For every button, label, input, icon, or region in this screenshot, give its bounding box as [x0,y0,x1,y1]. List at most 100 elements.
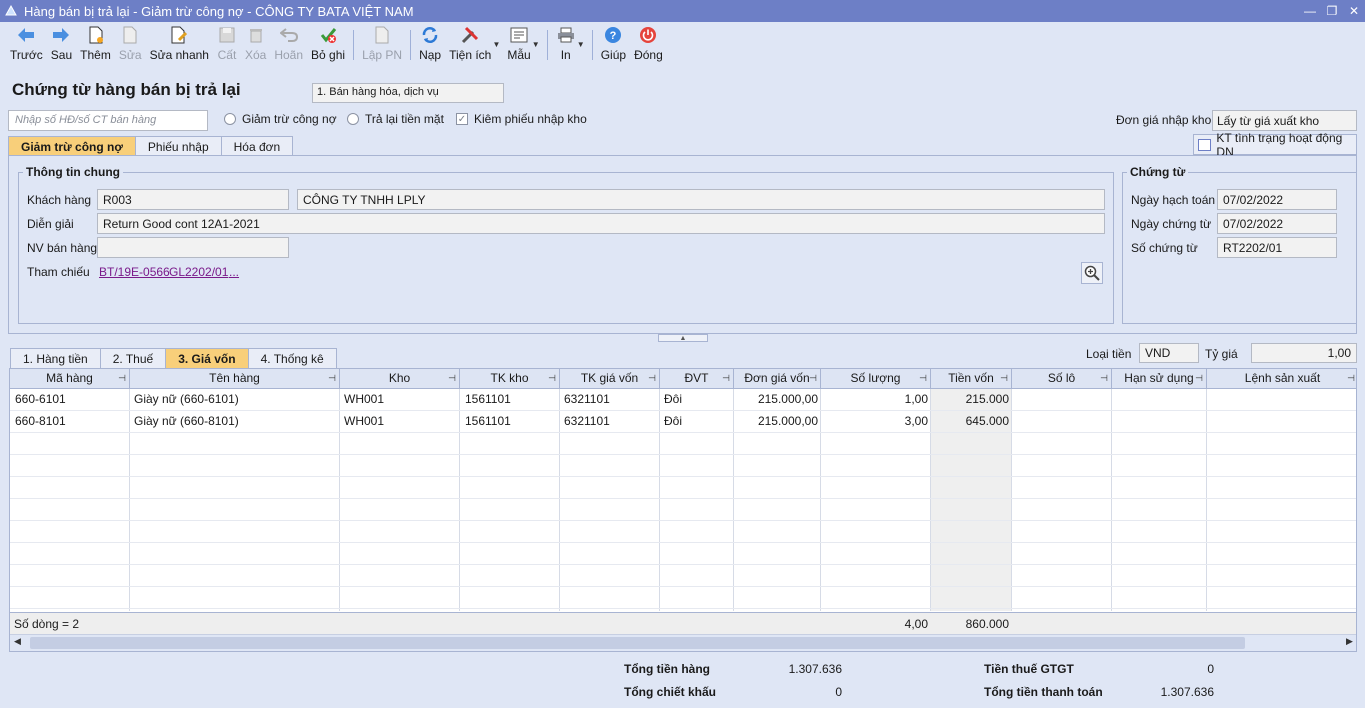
quick-edit-button[interactable]: Sửa nhanh [146,22,213,68]
don-gia-select[interactable]: Lấy từ giá xuất kho [1212,110,1357,131]
khach-hang-name-field[interactable]: CÔNG TY TNHH LPLY [297,189,1105,210]
col-header-han-su-dung[interactable]: Hạn sử dụng ⊣ [1112,369,1207,389]
invoice-search-input[interactable]: Nhập số HĐ/số CT bán hàng [8,110,208,131]
table-cell[interactable]: 660-8101 [15,414,66,428]
col-header-tien-von[interactable]: Tiền vốn ⊣ [931,369,1012,389]
chevron-down-icon[interactable]: ▼ [492,40,500,49]
save-icon [217,25,237,45]
nv-ban-hang-field[interactable] [97,237,289,258]
table-cell[interactable]: 660-6101 [15,392,66,406]
col-header-so-luong[interactable]: Số lượng ⊣ [821,369,931,389]
help-button[interactable]: ? Giúp [597,22,630,68]
template-button[interactable]: Mẫu ▼ [503,22,540,68]
grid-vline [459,389,460,611]
prev-button[interactable]: Trước [6,22,47,68]
check-kiem-phieu[interactable]: ✓ Kiêm phiếu nhập kho [456,112,587,126]
option-tra-lai[interactable]: Trả lại tiền mặt [347,112,444,126]
chevron-down-icon[interactable]: ▼ [577,40,585,49]
col-header-kho[interactable]: Kho ⊣ [340,369,460,389]
zoom-in-icon [1084,265,1100,281]
ref-link-1[interactable]: BT/19E-0566 [99,265,170,279]
voucher-legend: Chứng từ [1127,165,1189,179]
tab-thong-ke[interactable]: 4. Thống kê [247,348,337,368]
table-cell[interactable]: Giày nữ (660-6101) [134,392,239,406]
ref-link-2[interactable]: GL2202/01 [169,265,228,279]
print-button[interactable]: In ▼ [552,22,585,68]
kt-status-button[interactable]: KT tình trạng hoạt động DN [1193,131,1357,159]
new-document-icon [86,25,106,45]
grid-vline [659,389,660,611]
save-button[interactable]: Cất [213,22,241,68]
table-cell[interactable]: Đôi [664,414,682,428]
col-header-ten-hang[interactable]: Tên hàng ⊣ [130,369,340,389]
table-cell[interactable]: 215.000,00 [734,392,818,406]
chevron-down-icon[interactable]: ▼ [532,40,540,49]
table-cell[interactable]: 215.000,00 [734,414,818,428]
grid-hline [10,542,1356,543]
zoom-button[interactable] [1081,262,1103,284]
scrollbar-thumb[interactable] [30,637,1245,649]
ngay-chung-tu-field[interactable]: 07/02/2022 [1217,213,1337,234]
scroll-right-icon[interactable]: ▶ [1346,636,1353,647]
table-cell[interactable]: 6321101 [564,414,610,428]
tab-hang-tien[interactable]: 1. Hàng tiền [10,348,101,368]
ref-more-link[interactable]: ... [229,265,239,279]
table-cell[interactable]: 1,00 [821,392,928,406]
voucher-type-select[interactable]: 1. Bán hàng hóa, dịch vụ [312,83,504,103]
col-header-ma-hang[interactable]: Mã hàng ⊣ [10,369,130,389]
help-icon: ? [603,25,623,45]
table-cell[interactable]: Đôi [664,392,682,406]
option-giam-tru[interactable]: Giảm trừ công nợ [224,112,337,126]
tab-phieu-nhap[interactable]: Phiếu nhập [134,136,222,156]
pin-icon: ⊣ [809,373,817,383]
add-button[interactable]: Thêm [76,22,115,68]
tab-giam-tru[interactable]: Giảm trừ công nợ [8,136,136,156]
pin-icon: ⊣ [919,373,927,383]
create-receipt-button[interactable]: Lập PN [358,22,406,68]
rate-field[interactable]: 1,00 [1251,343,1357,363]
panel-splitter[interactable]: ▲ [658,334,708,342]
close-icon[interactable]: ✕ [1343,0,1365,22]
table-cell[interactable]: 645.000 [931,414,1009,428]
grid-hline [10,564,1356,565]
col-header-lenh-san-xuat[interactable]: Lệnh sản xuất ⊣ [1207,369,1356,389]
col-header-tk-kho[interactable]: TK kho ⊣ [460,369,560,389]
ngay-hach-toan-field[interactable]: 07/02/2022 [1217,189,1337,210]
table-cell[interactable]: 1561101 [465,392,511,406]
col-header-dvt[interactable]: ĐVT ⊣ [660,369,734,389]
scroll-left-icon[interactable]: ◀ [14,636,21,647]
utilities-button[interactable]: Tiện ích ▼ [445,22,500,68]
khach-hang-code-field[interactable]: R003 [97,189,289,210]
so-chung-tu-field[interactable]: RT2202/01 [1217,237,1337,258]
table-cell[interactable]: Giày nữ (660-8101) [134,414,239,428]
unpost-button[interactable]: Bỏ ghi [307,22,349,68]
tong-thanh-toan-value: 1.307.636 [1160,685,1214,699]
edit-button[interactable]: Sửa [115,22,146,68]
horizontal-scrollbar[interactable]: ◀ ▶ [10,634,1356,651]
reload-button[interactable]: Nạp [415,22,445,68]
tab-thue[interactable]: 2. Thuế [99,348,167,368]
checkmark-icon: ✓ [456,113,468,125]
dien-giai-field[interactable]: Return Good cont 12A1-2021 [97,213,1105,234]
delete-button[interactable]: Xóa [241,22,270,68]
next-button[interactable]: Sau [47,22,76,68]
restore-icon[interactable]: ❐ [1321,0,1343,22]
dien-giai-label: Diễn giải [27,217,74,231]
currency-select[interactable]: VND [1139,343,1199,363]
col-header-so-lo[interactable]: Số lô ⊣ [1012,369,1112,389]
table-cell[interactable]: 6321101 [564,392,610,406]
table-cell[interactable]: 215.000 [931,392,1009,406]
table-cell[interactable]: WH001 [344,414,384,428]
quick-edit-icon [169,25,189,45]
tab-gia-von[interactable]: 3. Giá vốn [165,348,249,368]
minimize-icon[interactable]: — [1299,0,1321,22]
close-button[interactable]: Đóng [630,22,667,68]
postpone-button[interactable]: Hoãn [270,22,307,68]
col-header-tk-gia-von[interactable]: TK giá vốn ⊣ [560,369,660,389]
table-cell[interactable]: WH001 [344,392,384,406]
delete-icon [246,25,266,45]
tab-hoa-don[interactable]: Hóa đơn [220,136,294,156]
table-cell[interactable]: 1561101 [465,414,511,428]
col-header-don-gia-von[interactable]: Đơn giá vốn ⊣ [734,369,821,389]
table-cell[interactable]: 3,00 [821,414,928,428]
